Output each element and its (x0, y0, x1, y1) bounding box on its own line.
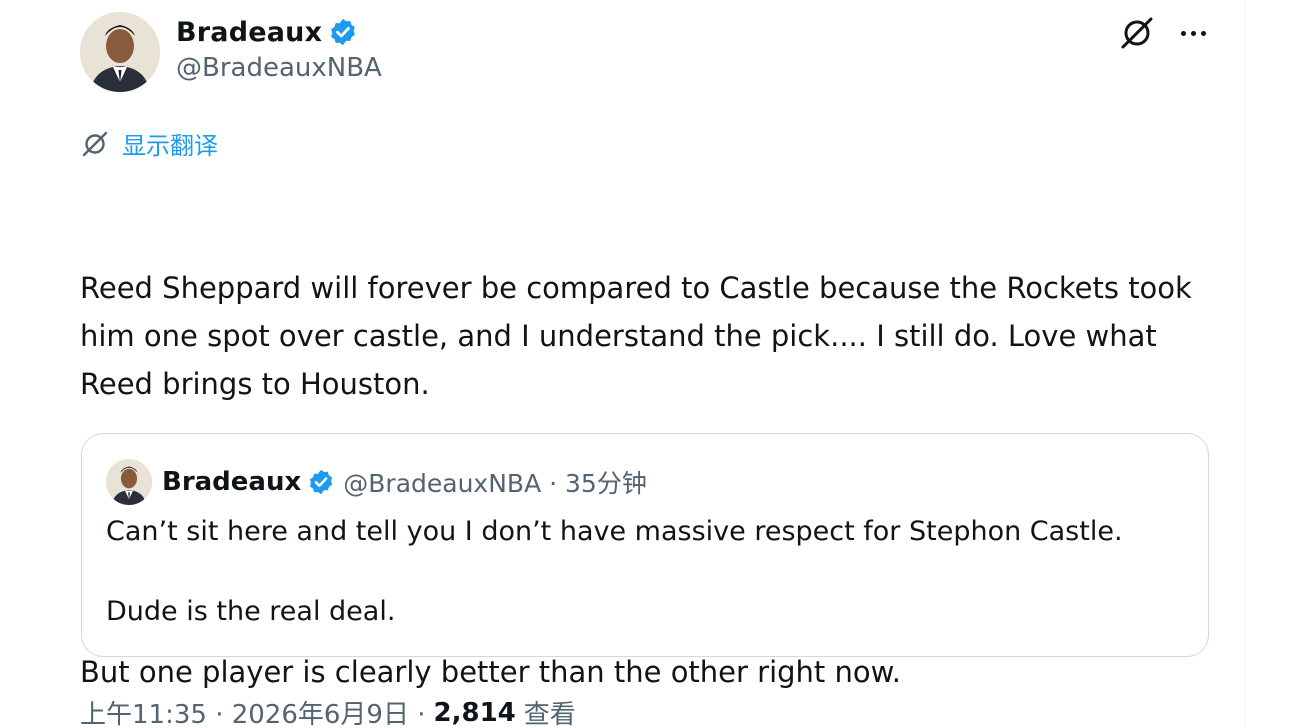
quoted-paragraph: Dude is the real deal. (106, 596, 396, 627)
views-count: 2,814 (433, 697, 516, 728)
tweet-paragraph: Reed Sheppard will forever be compared t… (80, 271, 1202, 401)
tweet-meta: 上午11:35 · 2026年6月9日 · 2,814 查看 (80, 694, 576, 728)
quoted-paragraph: Can’t sit here and tell you I don’t have… (106, 516, 1123, 547)
verified-badge-icon (331, 18, 356, 46)
author-display-name[interactable]: Bradeaux (176, 17, 322, 48)
quoted-handle-time: @BradeauxNBA · 35分钟 (343, 469, 647, 498)
author-handle[interactable]: @BradeauxNBA (176, 53, 382, 83)
grok-icon (82, 131, 108, 157)
quoted-author-avatar[interactable] (106, 459, 152, 505)
author-name-row: Bradeaux (176, 12, 358, 52)
show-translation-link[interactable]: 显示翻译 (80, 125, 218, 161)
more-dots-icon (1180, 30, 1186, 36)
views-label: 查看 (523, 700, 576, 728)
author-avatar[interactable] (80, 12, 160, 92)
verified-badge-icon (310, 469, 333, 495)
show-translation-label[interactable]: 显示翻译 (122, 126, 218, 161)
tweet-timestamp[interactable]: 上午11:35 · 2026年6月9日 · (80, 694, 426, 728)
quoted-tweet-text: Can’t sit here and tell you I don’t have… (106, 512, 1186, 632)
grok-icon[interactable] (1118, 14, 1156, 52)
more-options-button[interactable] (1174, 16, 1212, 50)
quoted-tweet-header: Bradeaux @BradeauxNBA · 35分钟 (162, 462, 647, 502)
column-divider (1244, 0, 1245, 728)
quoted-author-name[interactable]: Bradeaux (162, 467, 301, 497)
quoted-tweet-card[interactable]: Bradeaux @BradeauxNBA · 35分钟 Can’t sit h… (81, 433, 1209, 657)
